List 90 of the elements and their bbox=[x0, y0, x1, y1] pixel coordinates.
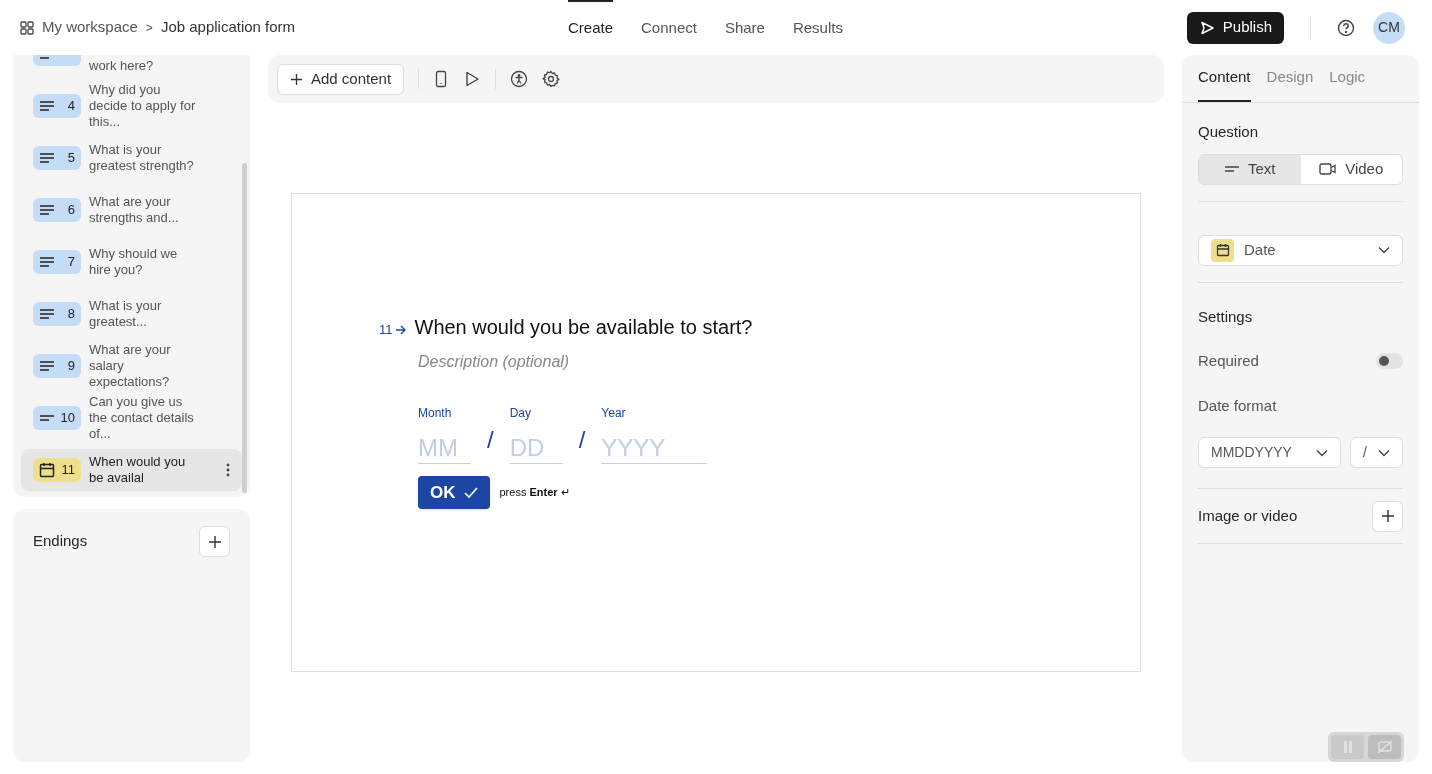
question-mode-option[interactable]: Text bbox=[1199, 154, 1301, 184]
question-title: What are your salary expectations? bbox=[89, 342, 172, 390]
separator-select[interactable]: / bbox=[1350, 437, 1403, 468]
question-number: 9 bbox=[67, 357, 75, 376]
add-ending-button[interactable] bbox=[199, 526, 230, 557]
publish-button[interactable]: Publish bbox=[1186, 11, 1284, 44]
date-separator: / bbox=[487, 425, 494, 455]
required-label: Required bbox=[1198, 351, 1259, 371]
question-item[interactable]: 7 Why should we hire you? bbox=[21, 241, 242, 283]
calendar-icon bbox=[1211, 238, 1234, 262]
date-input[interactable]: YYYY bbox=[601, 432, 708, 464]
question-number: 11 bbox=[61, 461, 75, 480]
question-title: When would you be availal bbox=[89, 454, 187, 486]
required-toggle[interactable] bbox=[1376, 353, 1403, 370]
question-number: 7 bbox=[67, 253, 75, 272]
question-number: 4 bbox=[67, 97, 75, 116]
accessibility-icon[interactable] bbox=[510, 70, 529, 88]
question-item[interactable]: 9 What are your salary expectations? bbox=[21, 345, 242, 387]
long-text-icon bbox=[39, 256, 55, 268]
question-item[interactable]: 8 What is your greatest... bbox=[21, 293, 242, 335]
question-item[interactable]: 6 What are your strengths and... bbox=[21, 189, 242, 231]
chevron-down-icon bbox=[1378, 448, 1390, 457]
date-format-select[interactable]: MMDDYYYY bbox=[1198, 437, 1341, 468]
breadcrumb-separator: > bbox=[145, 19, 153, 37]
nav-tab[interactable]: Connect bbox=[641, 0, 697, 55]
panel-tab[interactable]: Content bbox=[1198, 55, 1251, 102]
grid-icon[interactable] bbox=[20, 20, 34, 35]
question-title: What is your greatest strength? bbox=[89, 142, 195, 174]
check-icon bbox=[463, 486, 478, 499]
plus-icon bbox=[290, 72, 303, 86]
date-format-label: Date format bbox=[1198, 395, 1278, 416]
question-title: Can you give us the contact details of... bbox=[89, 394, 195, 442]
pause-icon bbox=[1342, 740, 1353, 754]
question-type-select[interactable]: Date bbox=[1198, 234, 1403, 266]
long-text-icon bbox=[39, 360, 55, 372]
workspace-link[interactable]: My workspace bbox=[42, 16, 138, 39]
date-input[interactable]: MM bbox=[418, 432, 471, 464]
question-item[interactable]: 10 Can you give us the contact details of... bbox=[21, 397, 242, 439]
chevron-down-icon bbox=[1316, 448, 1328, 457]
user-avatar[interactable]: CM bbox=[1373, 11, 1405, 44]
settings-icon[interactable] bbox=[542, 70, 561, 88]
description-field[interactable]: Description (optional) bbox=[418, 350, 818, 374]
question-title: work here? bbox=[89, 58, 155, 75]
date-field-label: Day bbox=[509, 405, 532, 422]
form-title: Job application form bbox=[160, 17, 296, 38]
section-label: Question bbox=[1198, 122, 1260, 142]
scrollbar-thumb[interactable] bbox=[242, 163, 247, 493]
text-lines-icon bbox=[1224, 164, 1240, 174]
question-number: 11 bbox=[379, 320, 407, 340]
nav-tab[interactable]: Share bbox=[724, 0, 765, 55]
chevron-down-icon bbox=[1378, 246, 1390, 254]
more-icon[interactable] bbox=[226, 463, 230, 477]
plus-icon bbox=[1380, 509, 1395, 523]
date-separator: / bbox=[578, 425, 586, 455]
date-field-label: Year bbox=[601, 405, 627, 422]
question-number: 6 bbox=[67, 201, 75, 220]
question-number: 5 bbox=[67, 149, 75, 168]
short-text-icon bbox=[39, 412, 55, 424]
video-icon bbox=[1319, 163, 1338, 175]
long-text-icon bbox=[39, 100, 55, 112]
help-icon[interactable] bbox=[1337, 18, 1355, 37]
question-item[interactable]: 11 When would you be availal bbox=[21, 449, 242, 491]
question-title: Why did you decide to apply for this... bbox=[89, 82, 197, 130]
question-title: Why should we hire you? bbox=[89, 246, 179, 278]
image-or-video-label: Image or video bbox=[1198, 505, 1298, 526]
question-mode-option[interactable]: Video bbox=[1300, 154, 1402, 184]
ok-button[interactable]: OK bbox=[418, 476, 490, 509]
send-icon bbox=[1198, 19, 1215, 36]
question-title: What are your strengths and... bbox=[89, 194, 180, 226]
add-media-button[interactable] bbox=[1372, 500, 1403, 532]
nav-tab[interactable]: Results bbox=[792, 0, 843, 55]
calendar-icon bbox=[39, 462, 55, 478]
question-title[interactable]: When would you be available to start? bbox=[414, 312, 753, 342]
press-enter-hint: press Enter ↵ bbox=[499, 485, 570, 501]
question-number: 10 bbox=[60, 409, 75, 428]
plus-icon bbox=[207, 534, 222, 549]
date-field-label: Month bbox=[418, 405, 453, 422]
long-text-icon bbox=[39, 152, 55, 164]
question-title: What is your greatest... bbox=[89, 298, 163, 330]
long-text-icon bbox=[39, 308, 55, 320]
section-label: Settings bbox=[1198, 306, 1254, 327]
question-item[interactable]: 4 Why did you decide to apply for this... bbox=[21, 85, 242, 127]
add-content-button[interactable]: Add content bbox=[277, 63, 405, 95]
camera-off-icon bbox=[1376, 740, 1393, 754]
question-number: 8 bbox=[67, 305, 75, 324]
question-item[interactable]: work here? bbox=[21, 55, 242, 75]
question-item[interactable]: 5 What is your greatest strength? bbox=[21, 137, 242, 179]
date-input[interactable]: DD bbox=[509, 432, 563, 464]
long-text-icon bbox=[39, 204, 55, 216]
endings-title: Endings bbox=[33, 531, 88, 552]
